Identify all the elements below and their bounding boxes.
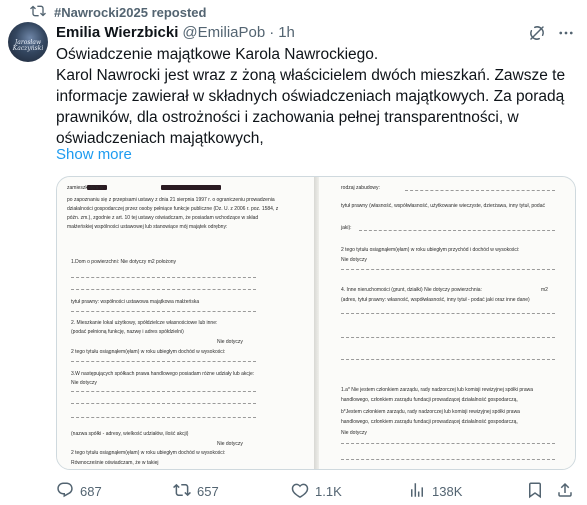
doc-text: (nazwa spółki - adresy, wielkość udziałó… (71, 431, 189, 437)
bookmark-button[interactable] (526, 480, 544, 502)
doc-text: Nie dotyczy (217, 339, 243, 345)
views-button[interactable]: 138K (408, 480, 462, 502)
bookmark-icon (526, 481, 544, 502)
repost-indicator[interactable]: #Nawrocki2025 reposted (30, 3, 206, 21)
doc-text: 2 tego tytułu osiągnąłem(ęłam) w roku ub… (71, 349, 226, 355)
author-name[interactable]: Emilia Wierzbicki (56, 24, 178, 41)
doc-rule (71, 289, 256, 290)
doc-text: tytuł prawny: współności ustawowa majątk… (71, 299, 200, 305)
doc-text: tytuł prawny (własność, współwłasność, u… (341, 203, 545, 209)
doc-rule (341, 313, 555, 314)
doc-rule (341, 337, 555, 338)
share-icon (556, 481, 574, 502)
header-separator: · (269, 23, 275, 41)
doc-text: Nie dotyczy (341, 257, 367, 263)
doc-rule (71, 417, 256, 418)
doc-text: małżeńskiej wspólności ustawowej lub sta… (67, 224, 228, 230)
doc-text: handlowego, członkiem zarządu fundacji p… (341, 419, 518, 425)
doc-text: 4. Inne nieruchomości (grunt, działki) N… (341, 287, 482, 293)
doc-text: 2. Mieszkanie lokal użytkowy, spółdzielc… (71, 320, 218, 326)
doc-text: handlowego, członkiem zarządu fundacji p… (341, 397, 518, 403)
document-page-right: rodzaj zabudowy: tytuł prawny (własność,… (319, 177, 575, 469)
action-bar: 687 657 1.1K 138K (56, 480, 576, 502)
doc-text: 2 tego tytułu osiągnąłem(ęłam) w roku ub… (71, 450, 226, 456)
doc-text: Nie dotyczy (71, 380, 97, 386)
doc-rule (341, 269, 555, 270)
analytics-icon (408, 481, 426, 502)
doc-text: późn. zm.), zgodnie z art. 10 tej ustawy… (67, 215, 259, 221)
share-button[interactable] (556, 480, 574, 502)
doc-text: zamieszkały/a w (67, 185, 104, 191)
doc-text: (adres, tytuł prawny: własność, współwła… (341, 297, 530, 303)
tweet-text: Oświadczenie majątkowe Karola Nawrockieg… (56, 44, 576, 149)
repost-icon (30, 3, 46, 22)
doc-text: jaki): (341, 225, 352, 231)
doc-rule (341, 359, 555, 360)
doc-text: 1.a* Nie jestem członkiem zarządu, rady … (341, 387, 534, 393)
show-more-link[interactable]: Show more (56, 146, 132, 163)
doc-rule (71, 311, 256, 312)
doc-text: 2 tego tytułu osiągnąłem(ęłam) w roku ub… (341, 247, 520, 253)
doc-text: (podać pełnioną funkcję, nazwę i adres s… (71, 329, 184, 335)
reply-button[interactable]: 687 (56, 480, 102, 502)
doc-rule (341, 443, 555, 444)
repost-icon (173, 481, 191, 502)
doc-rule (71, 361, 256, 362)
doc-rule (405, 190, 555, 191)
doc-text: m2 (541, 287, 548, 293)
timestamp[interactable]: 1h (278, 24, 295, 41)
tweet-line: prawników, dla ostrożności i zachowania … (56, 109, 519, 126)
doc-text: po zapoznaniu się z przepisami ustawy z … (67, 197, 275, 203)
view-count: 138K (432, 483, 463, 499)
repost-label: #Nawrocki2025 reposted (54, 4, 207, 20)
doc-text: działalności gospodarczej przez osoby pe… (67, 206, 279, 212)
avatar-caption: Jarosław Kaczyński (12, 39, 44, 52)
reply-count: 687 (80, 483, 102, 499)
reply-icon (56, 481, 74, 502)
doc-rule (71, 277, 256, 278)
author-handle[interactable]: @EmiliaPob (182, 24, 265, 41)
repost-button[interactable]: 657 (173, 480, 219, 502)
avatar[interactable]: Jarosław Kaczyński (8, 22, 48, 62)
more-options-icon[interactable] (557, 24, 575, 42)
doc-text: Równocześnie oświadczam, że w takiej (71, 460, 159, 466)
doc-text: 1.Dom o powierzchni: Nie dotyczy m2 poło… (71, 259, 177, 265)
tweet-media-image[interactable]: zamieszkały/a w po zapoznaniu się z prze… (56, 176, 576, 470)
like-button[interactable]: 1.1K (291, 480, 342, 502)
tweet-line: Oświadczenie majątkowe Karola Nawrockieg… (56, 46, 379, 63)
doc-text: Nie dotyczy (217, 441, 243, 447)
doc-text: Nie dotyczy (341, 430, 367, 436)
doc-rule (71, 391, 256, 392)
heart-icon (291, 481, 309, 502)
doc-text: 3.W następujących spółkach prawa handlow… (71, 371, 255, 377)
doc-rule (359, 230, 555, 231)
doc-rule (71, 403, 256, 404)
grok-icon[interactable] (528, 24, 546, 42)
tweet-line: informacje zawierał w składnych oświadcz… (56, 88, 565, 105)
doc-text: rodzaj zabudowy: (341, 185, 380, 191)
doc-rule (341, 459, 555, 460)
tweet-line: oświadczeniach majątkowych, (56, 130, 264, 147)
repost-count: 657 (197, 483, 219, 499)
document-page-left: zamieszkały/a w po zapoznaniu się z prze… (57, 177, 314, 469)
doc-text: b*Jestem członkiem zarządu, rady nadzorc… (341, 409, 520, 415)
tweet-line: Karol Nawrocki jest wraz z żoną właścici… (56, 67, 566, 84)
redaction-mark (161, 185, 221, 190)
like-count: 1.1K (315, 483, 342, 499)
tweet-header: Emilia Wierzbicki @EmiliaPob · 1h (56, 22, 295, 42)
